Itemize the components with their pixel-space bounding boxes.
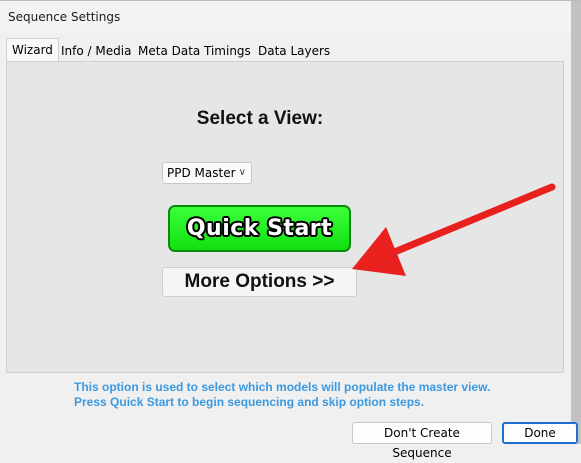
- hint-line-2: Press Quick Start to begin sequencing an…: [74, 395, 425, 409]
- close-icon[interactable]: [567, 7, 581, 27]
- more-options-button[interactable]: More Options >>: [162, 267, 357, 297]
- hint-text: This option is used to select which mode…: [74, 380, 554, 410]
- select-view-heading: Select a View:: [196, 108, 324, 129]
- tab-bar: Wizard Info / Media Meta Data Timings Da…: [6, 38, 566, 62]
- hint-line-1: This option is used to select which mode…: [74, 380, 491, 394]
- dont-create-sequence-button[interactable]: Don't Create Sequence: [352, 422, 492, 460]
- tab-meta-data[interactable]: Meta Data: [135, 41, 203, 61]
- done-button[interactable]: Done: [502, 422, 578, 444]
- tab-info-media[interactable]: Info / Media: [58, 41, 134, 61]
- quick-start-button[interactable]: Quick Start: [168, 205, 351, 252]
- tab-data-layers[interactable]: Data Layers: [255, 41, 333, 61]
- tab-wizard[interactable]: Wizard: [6, 38, 59, 62]
- view-select-value: PPD Master: [167, 166, 236, 180]
- window-title: Sequence Settings: [8, 10, 121, 24]
- tab-timings[interactable]: Timings: [201, 41, 254, 61]
- window-edge: [571, 1, 581, 444]
- sequence-settings-dialog: Sequence Settings Wizard Info / Media Me…: [0, 0, 581, 460]
- title-bar: Sequence Settings: [0, 1, 571, 33]
- view-select[interactable]: PPD Master ∨: [162, 162, 252, 184]
- chevron-down-icon: ∨: [238, 167, 246, 178]
